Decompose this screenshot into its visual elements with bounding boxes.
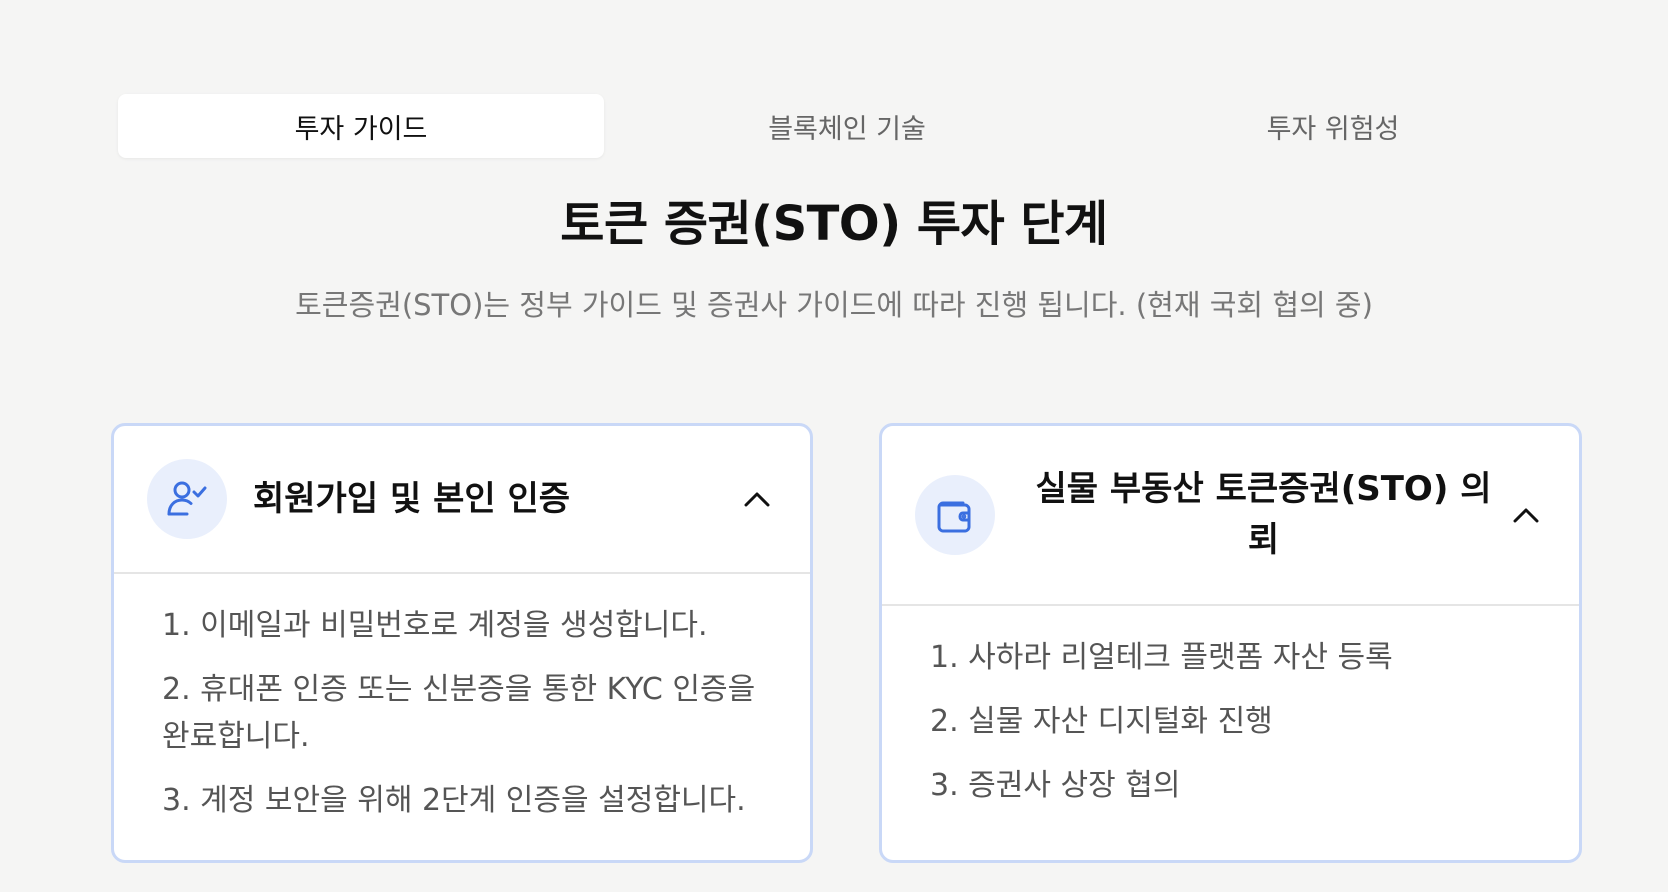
- chevron-up-icon[interactable]: [1506, 495, 1546, 535]
- user-check-icon: [147, 459, 227, 539]
- step-list: 1. 이메일과 비밀번호로 계정을 생성합니다. 2. 휴대폰 인증 또는 신분…: [114, 574, 810, 824]
- card-title: 회원가입 및 본인 인증: [253, 478, 571, 519]
- tab-blockchain-tech[interactable]: 블록체인 기술: [604, 94, 1090, 158]
- accordion-header-signup[interactable]: 회원가입 및 본인 인증: [114, 426, 810, 574]
- page-title: 토큰 증권(STO) 투자 단계: [560, 196, 1108, 252]
- step-card-sto-request: 실물 부동산 토큰증권(STO) 의뢰 1. 사하라 리얼테크 플랫폼 자산 등…: [879, 423, 1582, 863]
- list-item: 3. 증권사 상장 협의: [930, 768, 1181, 803]
- list-item: 2. 휴대폰 인증 또는 신분증을 통한 KYC 인증을 완료합니다.: [162, 672, 756, 754]
- tab-investment-guide[interactable]: 투자 가이드: [118, 94, 604, 158]
- list-item: 1. 이메일과 비밀번호로 계정을 생성합니다.: [162, 608, 708, 643]
- tab-investment-risk[interactable]: 투자 위험성: [1090, 94, 1576, 158]
- step-card-signup: 회원가입 및 본인 인증 1. 이메일과 비밀번호로 계정을 생성합니다. 2.…: [111, 423, 813, 863]
- page-subtitle: 토큰증권(STO)는 정부 가이드 및 증권사 가이드에 따라 진행 됩니다. …: [295, 288, 1373, 322]
- accordion-header-sto-request[interactable]: 실물 부동산 토큰증권(STO) 의뢰: [882, 426, 1579, 606]
- list-item: 2. 실물 자산 디지털화 진행: [930, 704, 1273, 739]
- list-item: 3. 계정 보안을 위해 2단계 인증을 설정합니다.: [162, 783, 746, 818]
- card-title: 실물 부동산 토큰증권(STO) 의뢰: [1035, 469, 1492, 560]
- chevron-up-icon[interactable]: [737, 479, 777, 519]
- tab-bar: 투자 가이드 블록체인 기술 투자 위험성: [118, 94, 1576, 158]
- list-item: 1. 사하라 리얼테크 플랫폼 자산 등록: [930, 640, 1393, 675]
- step-list: 1. 사하라 리얼테크 플랫폼 자산 등록 2. 실물 자산 디지털화 진행 3…: [882, 606, 1579, 809]
- wallet-icon: [915, 475, 995, 555]
